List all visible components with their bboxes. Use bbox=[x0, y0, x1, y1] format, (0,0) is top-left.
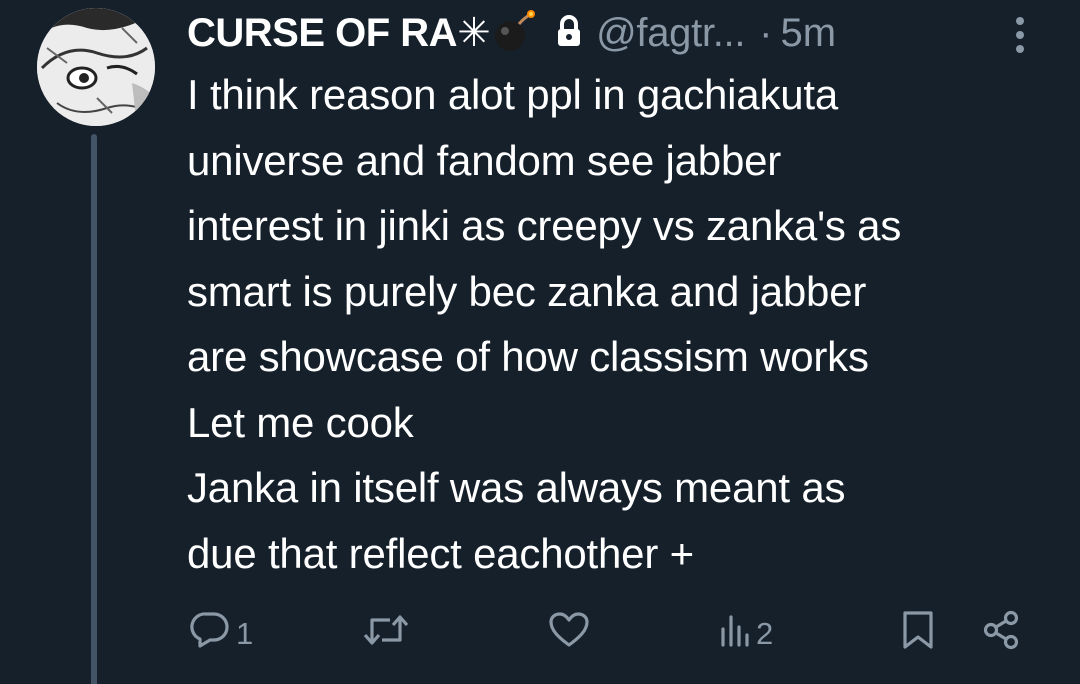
bookmark-icon bbox=[902, 610, 934, 658]
tweet-text-line: Janka in itself was always meant as bbox=[187, 464, 846, 511]
tweet-text-line: are showcase of how classism works bbox=[187, 333, 869, 380]
tweet-text-line: universe and fandom see jabber bbox=[187, 136, 782, 184]
views-count: 2 bbox=[756, 616, 774, 651]
lock-icon bbox=[556, 14, 582, 52]
share-icon bbox=[982, 610, 1020, 658]
tweet-text-line: due that reflect eachother + bbox=[187, 529, 694, 577]
tweet-header: CURSE OF RA✳ @fagtr... · 5m bbox=[187, 8, 836, 58]
tweet-card[interactable]: CURSE OF RA✳ @fagtr... · 5m I think reas… bbox=[0, 0, 1080, 684]
thread-line bbox=[91, 134, 97, 684]
bomb-icon bbox=[492, 9, 536, 58]
retweet-icon bbox=[362, 612, 410, 656]
reply-button[interactable]: 1 bbox=[190, 608, 253, 660]
views-button[interactable]: 2 bbox=[720, 608, 773, 660]
bookmark-button[interactable] bbox=[902, 608, 934, 660]
tweet-text-line: Let me cook bbox=[187, 398, 414, 446]
tweet-text-line: I think reason alot ppl in gachiakuta bbox=[187, 71, 839, 118]
reply-count: 1 bbox=[236, 616, 254, 651]
retweet-button[interactable] bbox=[362, 608, 416, 660]
tweet-text-line: smart is purely bec zanka and jabber bbox=[187, 267, 867, 315]
display-name[interactable]: CURSE OF RA✳ bbox=[187, 10, 491, 56]
heart-icon bbox=[548, 611, 590, 657]
reply-icon bbox=[190, 611, 230, 657]
user-handle[interactable]: @fagtr... bbox=[596, 11, 745, 56]
like-button[interactable] bbox=[548, 608, 596, 660]
timestamp[interactable]: 5m bbox=[781, 11, 837, 56]
avatar-drawing bbox=[37, 8, 155, 126]
avatar[interactable] bbox=[37, 8, 155, 126]
tweet-text-line: interest in jinki as creepy vs zanka's a… bbox=[187, 202, 902, 249]
more-vertical-icon[interactable] bbox=[1010, 14, 1030, 56]
separator-dot: · bbox=[759, 10, 773, 55]
views-chart-icon bbox=[720, 613, 750, 655]
share-button[interactable] bbox=[982, 608, 1020, 660]
tweet-body: I think reason alot ppl in gachiakuta un… bbox=[187, 62, 1067, 586]
